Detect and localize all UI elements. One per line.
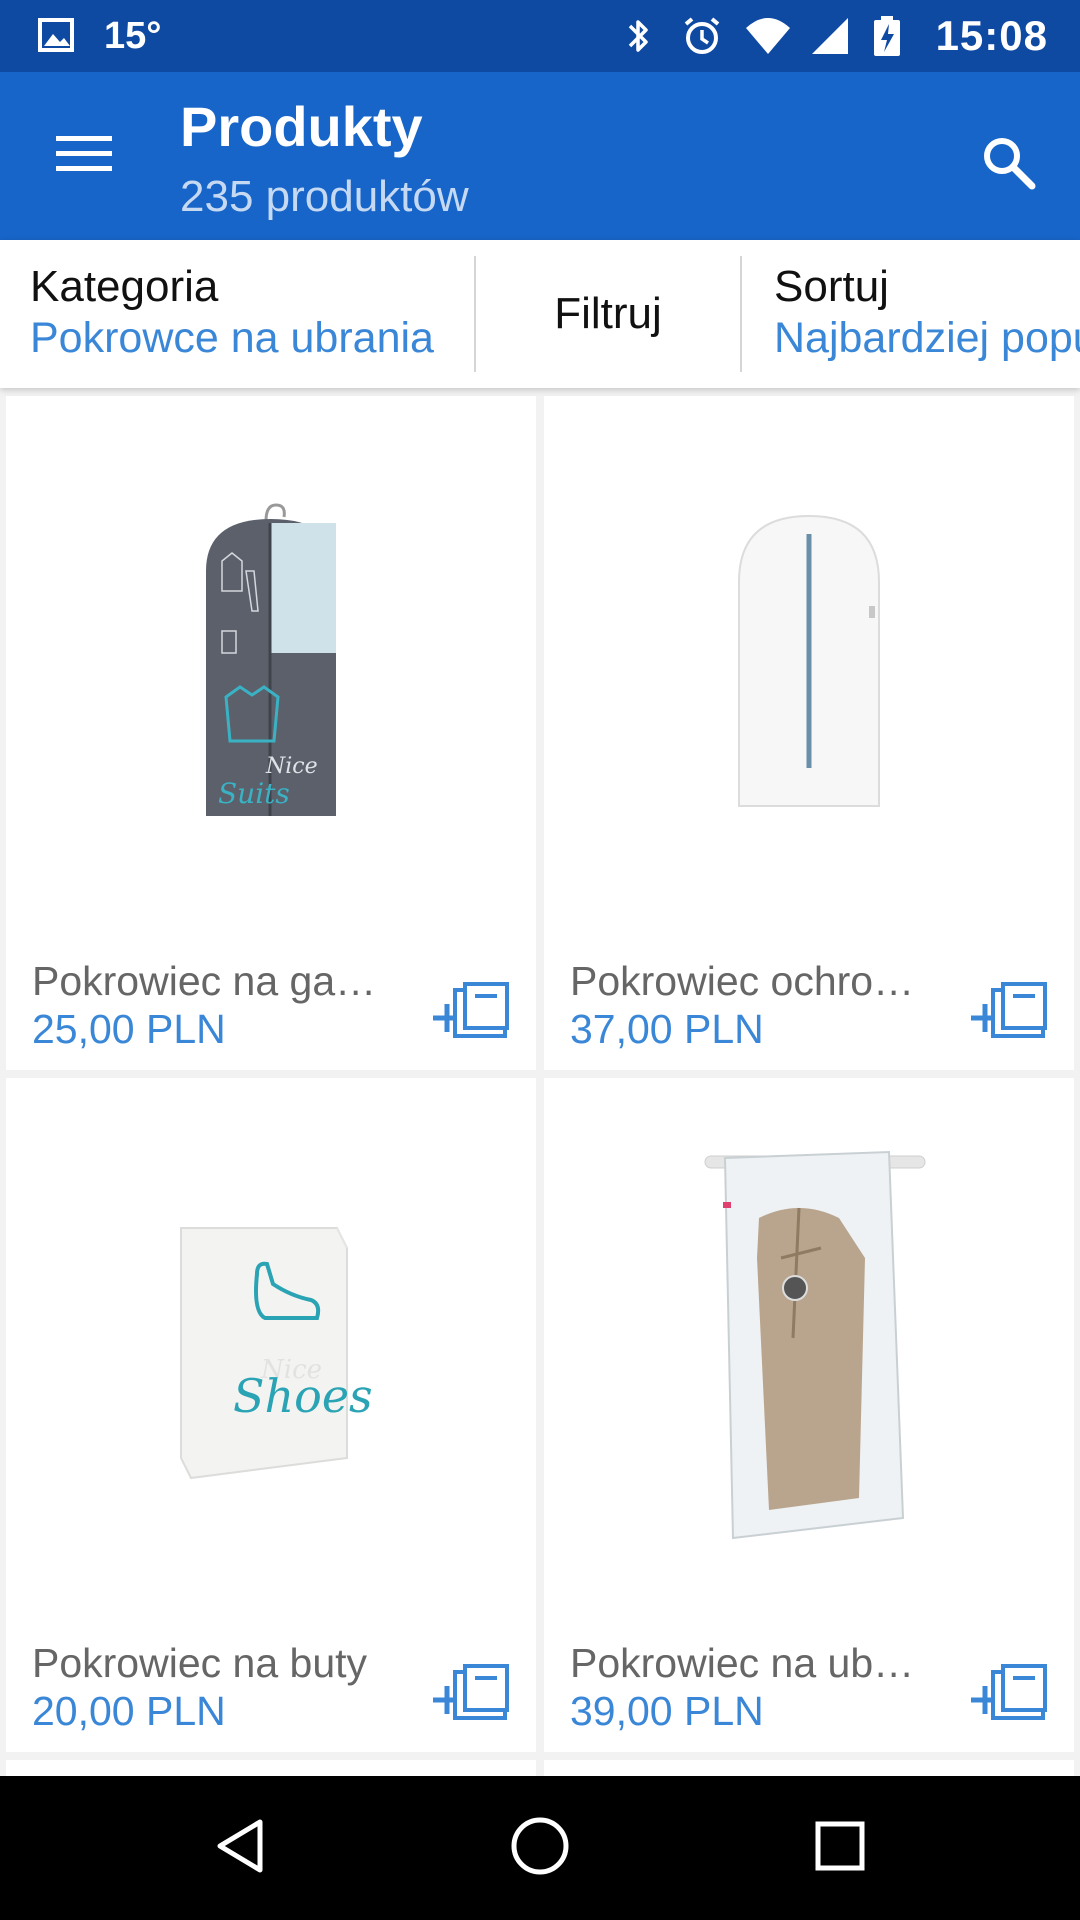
status-bar: 15° 15:08 xyxy=(0,0,1080,72)
product-name: Pokrowiec na ubrania xyxy=(570,1640,920,1686)
temperature-text: 15° xyxy=(104,14,162,57)
product-price: 39,00 PLN xyxy=(570,1688,764,1734)
product-card[interactable]: Nice Shoes Pokrowiec na buty 20,00 PLN xyxy=(6,1078,536,1752)
battery-charging-icon xyxy=(872,14,916,58)
add-to-list-button[interactable] xyxy=(426,976,516,1048)
product-price: 37,00 PLN xyxy=(570,1006,764,1052)
category-label: Kategoria xyxy=(30,262,219,311)
add-to-list-icon xyxy=(969,1662,1049,1727)
add-to-list-icon xyxy=(431,980,511,1045)
category-selector[interactable]: Kategoria Pokrowce na ubrania xyxy=(0,240,474,388)
product-card[interactable] xyxy=(6,1760,536,1776)
product-image: Nice Shoes xyxy=(6,1078,536,1618)
category-value: Pokrowce na ubrania xyxy=(30,314,434,362)
filter-label: Filtruj xyxy=(554,289,662,338)
product-image xyxy=(544,396,1074,936)
product-count: 235 produktów xyxy=(180,172,469,221)
alarm-icon xyxy=(680,14,724,58)
product-image: Nice Suits xyxy=(6,396,536,936)
filter-bar: Kategoria Pokrowce na ubrania Filtruj So… xyxy=(0,240,1080,388)
product-image xyxy=(544,1078,1074,1618)
product-card[interactable]: Pokrowiec ochronny 37,00 PLN xyxy=(544,396,1074,1070)
bluetooth-icon xyxy=(616,14,660,58)
home-icon xyxy=(508,1814,572,1883)
app-bar: Produkty 235 produktów xyxy=(0,72,1080,240)
box-print-shoes: Shoes xyxy=(233,1369,373,1423)
search-button[interactable] xyxy=(968,124,1048,204)
product-price: 20,00 PLN xyxy=(32,1688,226,1734)
back-icon xyxy=(208,1814,272,1883)
menu-icon xyxy=(54,132,114,181)
bag-print-nice: Nice xyxy=(265,754,318,779)
product-card[interactable]: Nice Suits Pokrowiec na garnitur 25,00 P… xyxy=(6,396,536,1070)
recents-button[interactable] xyxy=(800,1808,880,1888)
search-icon xyxy=(978,132,1038,197)
product-price: 25,00 PLN xyxy=(32,1006,226,1052)
back-button[interactable] xyxy=(200,1808,280,1888)
product-name: Pokrowiec ochronny xyxy=(570,958,920,1004)
home-button[interactable] xyxy=(500,1808,580,1888)
product-card[interactable] xyxy=(544,1760,1074,1776)
add-to-list-icon xyxy=(969,980,1049,1045)
clock-text: 15:08 xyxy=(935,12,1048,59)
product-name: Pokrowiec na garnitur xyxy=(32,958,382,1004)
wifi-icon xyxy=(744,14,790,58)
menu-button[interactable] xyxy=(40,120,128,192)
bag-print-suits: Suits xyxy=(218,777,290,810)
add-to-list-button[interactable] xyxy=(426,1658,516,1730)
add-to-list-icon xyxy=(431,1662,511,1727)
filter-button[interactable]: Filtruj xyxy=(476,240,740,388)
sort-value: Najbardziej popularne xyxy=(774,314,1080,362)
add-to-list-button[interactable] xyxy=(964,976,1054,1048)
product-card[interactable]: Pokrowiec na ubrania 39,00 PLN xyxy=(544,1078,1074,1752)
navigation-bar xyxy=(0,1776,1080,1920)
signal-icon xyxy=(808,14,852,58)
sort-selector[interactable]: Sortuj Najbardziej popularne xyxy=(742,240,1080,388)
page-title: Produkty xyxy=(180,95,423,158)
image-icon xyxy=(36,14,80,58)
screen: 15° 15:08 Produkty 235 produktów Kategor… xyxy=(0,0,1080,1920)
add-to-list-button[interactable] xyxy=(964,1658,1054,1730)
recents-icon xyxy=(808,1814,872,1883)
product-name: Pokrowiec na buty xyxy=(32,1640,368,1686)
sort-label: Sortuj xyxy=(774,262,889,311)
product-grid: Nice Suits Pokrowiec na garnitur 25,00 P… xyxy=(0,388,1080,1776)
